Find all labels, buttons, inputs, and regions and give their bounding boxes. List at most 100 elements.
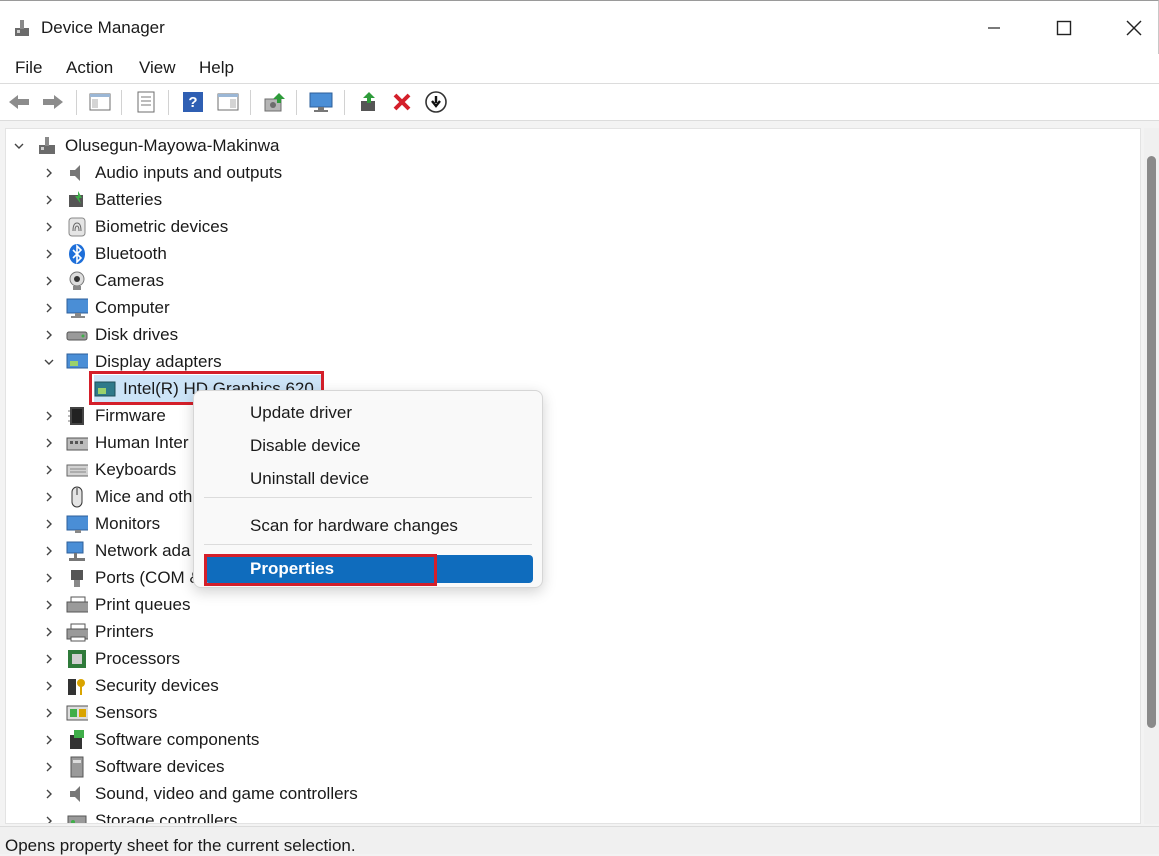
toolbar-divider bbox=[76, 90, 77, 115]
chevron-right-icon[interactable] bbox=[42, 706, 56, 720]
chevron-right-icon[interactable] bbox=[42, 193, 56, 207]
chevron-right-icon[interactable] bbox=[42, 598, 56, 612]
tree-category[interactable]: Software devices bbox=[42, 753, 224, 780]
highlight-box-properties bbox=[204, 554, 437, 586]
monitor-icon[interactable] bbox=[308, 89, 334, 115]
print-queue-icon bbox=[66, 594, 88, 616]
chevron-right-icon[interactable] bbox=[42, 679, 56, 693]
tree-category-label: Cameras bbox=[95, 270, 164, 290]
chevron-right-icon[interactable] bbox=[42, 220, 56, 234]
menu-item-scan-hardware[interactable]: Scan for hardware changes bbox=[250, 516, 458, 536]
bluetooth-icon bbox=[66, 243, 88, 265]
sensor-icon bbox=[66, 702, 88, 724]
chevron-right-icon[interactable] bbox=[42, 247, 56, 261]
chevron-right-icon[interactable] bbox=[42, 490, 56, 504]
tree-category-label: Audio inputs and outputs bbox=[95, 162, 283, 182]
tree-category[interactable]: Print queues bbox=[42, 591, 190, 618]
minimize-button[interactable] bbox=[959, 1, 1029, 55]
menu-action[interactable]: Action bbox=[66, 58, 113, 78]
tree-category[interactable]: Firmware bbox=[42, 402, 166, 429]
context-menu: Update driver Disable device Uninstall d… bbox=[193, 390, 543, 588]
close-button[interactable] bbox=[1099, 1, 1159, 55]
chevron-right-icon[interactable] bbox=[42, 463, 56, 477]
chevron-right-icon[interactable] bbox=[42, 328, 56, 342]
menu-item-uninstall-device[interactable]: Uninstall device bbox=[250, 469, 369, 489]
chevron-right-icon[interactable] bbox=[42, 733, 56, 747]
chevron-down-icon[interactable] bbox=[12, 139, 26, 153]
menu-file[interactable]: File bbox=[15, 58, 42, 78]
menu-view[interactable]: View bbox=[139, 58, 176, 78]
help-icon[interactable]: ? bbox=[180, 89, 206, 115]
tree-category-label: Printers bbox=[95, 621, 154, 641]
toolbar-divider bbox=[250, 90, 251, 115]
tree-category[interactable]: Biometric devices bbox=[42, 213, 228, 240]
tree-category[interactable]: Keyboards bbox=[42, 456, 176, 483]
maximize-button[interactable] bbox=[1029, 1, 1099, 55]
properties-icon[interactable] bbox=[133, 89, 159, 115]
status-bar: Opens property sheet for the current sel… bbox=[0, 826, 1159, 855]
network-adapter-icon bbox=[66, 540, 88, 562]
tree-category[interactable]: Disk drives bbox=[42, 321, 178, 348]
tree-category-label: Disk drives bbox=[95, 324, 179, 344]
tree-category[interactable]: Computer bbox=[42, 294, 170, 321]
uninstall-device-icon[interactable] bbox=[389, 89, 415, 115]
action-pane-icon[interactable] bbox=[215, 89, 241, 115]
keyboard-icon bbox=[66, 459, 88, 481]
tree-category[interactable]: Sound, video and game controllers bbox=[42, 780, 358, 807]
tree-category[interactable]: Security devices bbox=[42, 672, 219, 699]
menu-bar: File Action View Help bbox=[0, 54, 1159, 84]
show-hide-console-tree-icon[interactable] bbox=[87, 89, 113, 115]
tree-category-label: Print queues bbox=[95, 594, 191, 614]
status-text: Opens property sheet for the current sel… bbox=[5, 836, 356, 855]
back-icon[interactable] bbox=[6, 89, 32, 115]
disable-device-icon[interactable] bbox=[423, 89, 449, 115]
scrollbar-thumb[interactable] bbox=[1147, 156, 1156, 728]
menu-help[interactable]: Help bbox=[199, 58, 234, 78]
chevron-right-icon[interactable] bbox=[42, 571, 56, 585]
monitor-icon bbox=[66, 513, 88, 535]
tree-category[interactable]: Audio inputs and outputs bbox=[42, 159, 282, 186]
tree-category[interactable]: Printers bbox=[42, 618, 154, 645]
chevron-right-icon[interactable] bbox=[42, 301, 56, 315]
tree-category[interactable]: Network ada bbox=[42, 537, 190, 564]
menu-item-disable-device[interactable]: Disable device bbox=[250, 436, 361, 456]
tree-category[interactable]: Mice and oth bbox=[42, 483, 192, 510]
storage-controller-icon bbox=[66, 810, 88, 823]
tree-category[interactable]: Human Inter bbox=[42, 429, 189, 456]
device-tree: Olusegun-Mayowa-Makinwa Audio inputs and… bbox=[5, 128, 1141, 824]
printer-icon bbox=[66, 621, 88, 643]
tree-category-label: Firmware bbox=[95, 405, 166, 425]
chevron-right-icon[interactable] bbox=[42, 625, 56, 639]
chevron-right-icon[interactable] bbox=[42, 436, 56, 450]
tree-category[interactable]: Bluetooth bbox=[42, 240, 167, 267]
chevron-right-icon[interactable] bbox=[42, 409, 56, 423]
tree-category-label: Software components bbox=[95, 729, 260, 749]
tree-category-label: Computer bbox=[95, 297, 170, 317]
tree-category[interactable]: Storage controllers bbox=[42, 807, 238, 824]
tree-category[interactable]: Cameras bbox=[42, 267, 164, 294]
chevron-right-icon[interactable] bbox=[42, 166, 56, 180]
tree-category[interactable]: Batteries bbox=[42, 186, 162, 213]
scan-hardware-icon[interactable] bbox=[262, 89, 288, 115]
chevron-right-icon[interactable] bbox=[42, 517, 56, 531]
chevron-right-icon[interactable] bbox=[42, 274, 56, 288]
chevron-right-icon[interactable] bbox=[42, 544, 56, 558]
tree-category-label: Human Inter bbox=[95, 432, 189, 452]
chevron-right-icon[interactable] bbox=[42, 787, 56, 801]
toolbar-divider bbox=[168, 90, 169, 115]
chevron-right-icon[interactable] bbox=[42, 814, 56, 823]
tree-category[interactable]: Ports (COM & bbox=[42, 564, 201, 591]
forward-icon[interactable] bbox=[40, 89, 66, 115]
tree-category[interactable]: Sensors bbox=[42, 699, 157, 726]
tree-category-label: Storage controllers bbox=[95, 810, 238, 824]
chevron-down-icon[interactable] bbox=[42, 355, 56, 369]
menu-item-update-driver[interactable]: Update driver bbox=[250, 403, 352, 423]
tree-category[interactable]: Monitors bbox=[42, 510, 160, 537]
update-driver-icon[interactable] bbox=[356, 89, 382, 115]
tree-category[interactable]: Processors bbox=[42, 645, 180, 672]
tree-root[interactable]: Olusegun-Mayowa-Makinwa bbox=[12, 132, 279, 159]
tree-category-label: Biometric devices bbox=[95, 216, 229, 236]
tree-category[interactable]: Software components bbox=[42, 726, 259, 753]
chevron-right-icon[interactable] bbox=[42, 760, 56, 774]
chevron-right-icon[interactable] bbox=[42, 652, 56, 666]
